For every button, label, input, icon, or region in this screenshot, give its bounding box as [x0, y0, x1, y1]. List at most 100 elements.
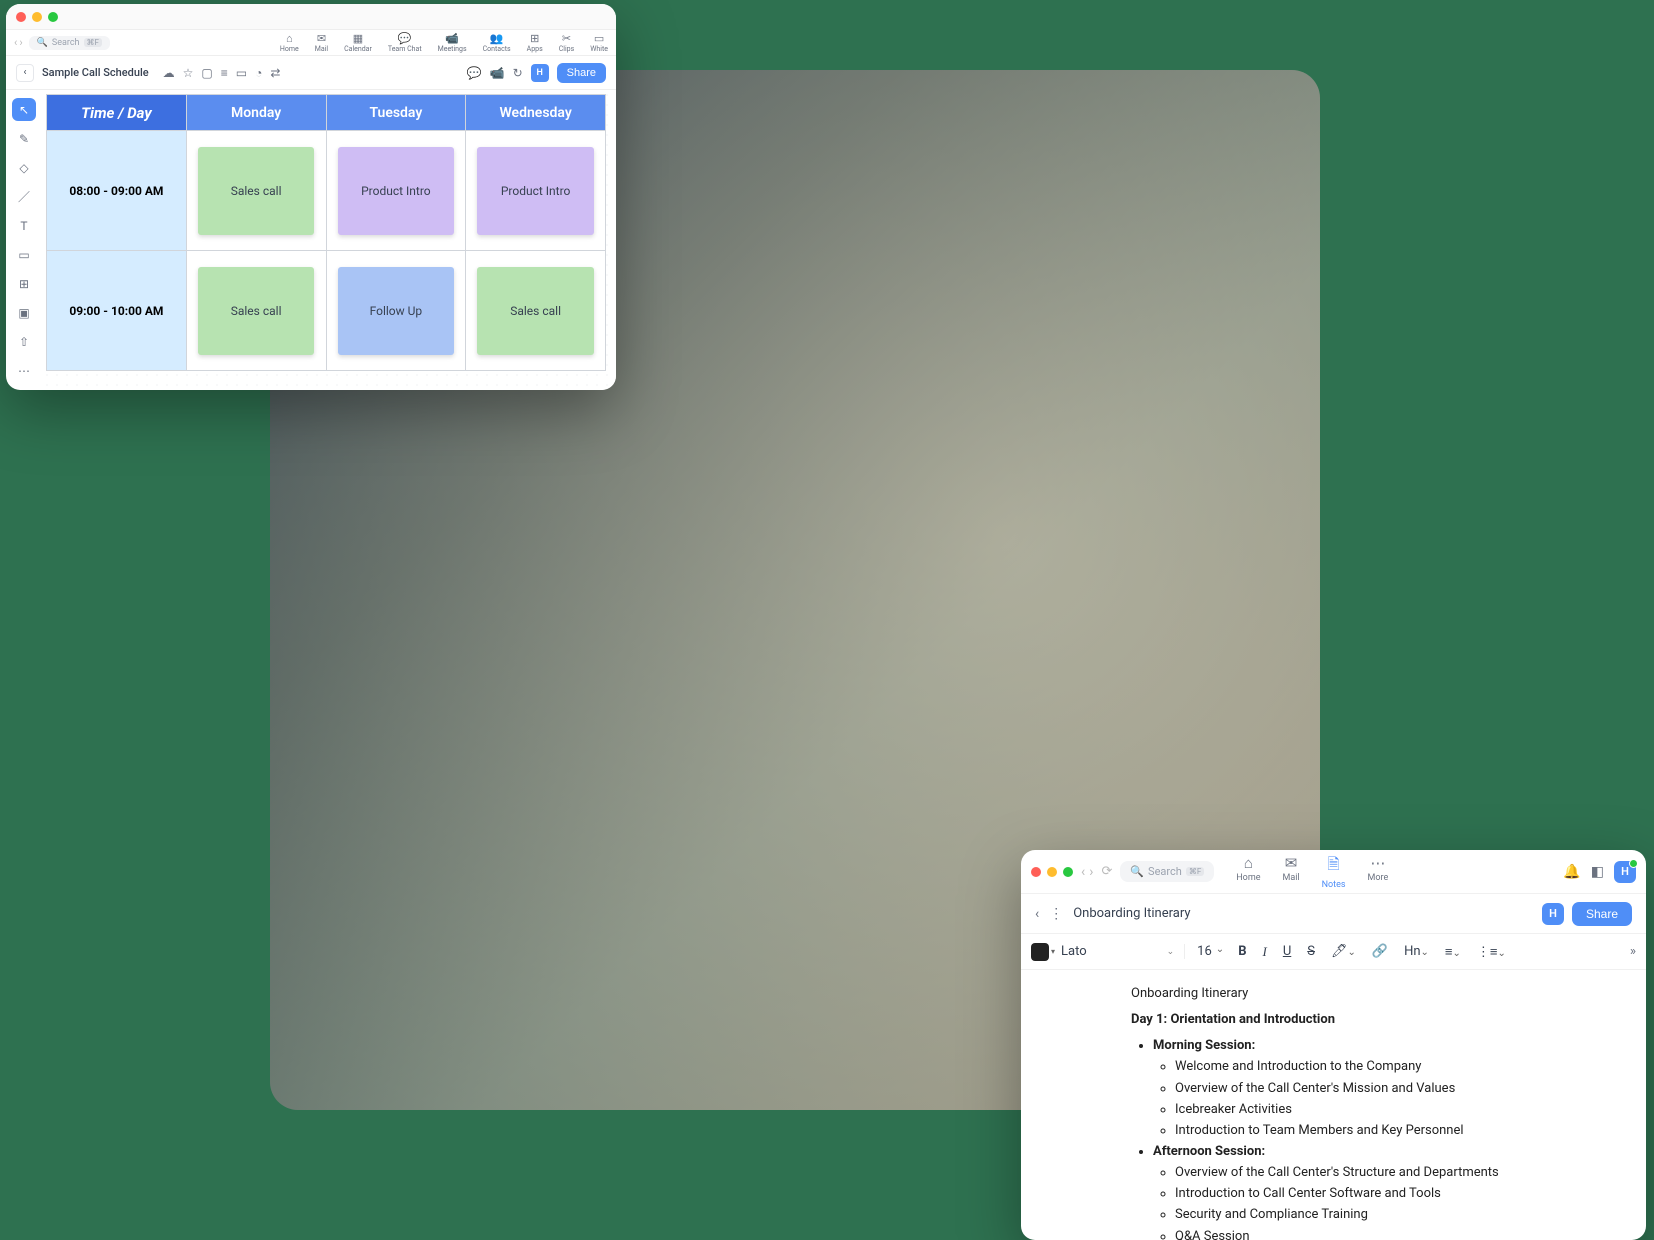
schedule-card[interactable]: Sales call — [477, 267, 594, 355]
user-avatar[interactable]: H — [531, 64, 549, 82]
notes-subbar: ‹ ⋮ Onboarding Itinerary H Share — [1021, 894, 1646, 934]
nav-back-icon[interactable]: ‹ — [1081, 864, 1085, 880]
schedule-cell: Product Intro — [326, 131, 466, 251]
schedule-card[interactable]: Product Intro — [477, 147, 594, 235]
app-label: Calendar — [344, 45, 372, 53]
bell-icon[interactable]: 🔔 — [1563, 864, 1580, 880]
search-input[interactable]: 🔍 Search ⌘F — [1120, 861, 1214, 882]
app-icon: ⋯ — [1370, 854, 1385, 872]
link-button[interactable]: 🔗 — [1370, 944, 1390, 959]
panel-icon[interactable]: ◧ — [1591, 864, 1604, 880]
cloud-icon[interactable]: ☁ — [163, 66, 175, 80]
app-tab-clips[interactable]: ✂Clips — [559, 33, 575, 53]
list-button[interactable]: ⋮≡⌄ — [1475, 944, 1508, 960]
app-tab-home[interactable]: ⌂Home — [1236, 854, 1260, 890]
note-heading: Onboarding Itinerary — [1131, 984, 1622, 1004]
list-item: Introduction to Call Center Software and… — [1175, 1184, 1622, 1204]
shape-tool-icon[interactable]: ◇ — [12, 156, 36, 179]
template-tool-icon[interactable]: ⊞ — [12, 272, 36, 295]
search-placeholder: Search — [52, 38, 80, 48]
nav-forward-icon[interactable]: › — [1089, 864, 1093, 880]
font-size-value: 16 — [1197, 944, 1212, 959]
text-tool-icon[interactable]: T — [12, 214, 36, 237]
more-tool-icon[interactable]: ⋯ — [12, 359, 36, 382]
app-label: Mail — [315, 45, 328, 53]
document-title: Sample Call Schedule — [42, 66, 149, 79]
italic-button[interactable]: I — [1260, 944, 1268, 960]
whiteboard-canvas[interactable]: Time / DayMondayTuesdayWednesday 08:00 -… — [42, 90, 616, 390]
heading-button[interactable]: Hn⌄ — [1402, 944, 1431, 959]
more-icon[interactable]: ⋮ — [1049, 906, 1063, 922]
schedule-card[interactable]: Sales call — [198, 147, 315, 235]
pen-tool-icon[interactable]: ✎ — [12, 127, 36, 150]
app-label: Contacts — [483, 45, 511, 53]
overflow-button[interactable]: » — [1630, 944, 1636, 959]
maximize-window-button[interactable] — [48, 12, 58, 22]
underline-button[interactable]: U — [1281, 944, 1293, 959]
app-tab-notes[interactable]: 🗎Notes — [1322, 854, 1346, 890]
user-avatar-small[interactable]: H — [1542, 903, 1564, 925]
schedule-cell: Follow Up — [326, 251, 466, 371]
app-icon: ✉ — [317, 33, 326, 44]
list-item: Overview of the Call Center's Mission an… — [1175, 1079, 1622, 1099]
back-button[interactable]: ‹ — [1035, 906, 1039, 922]
font-size-selector[interactable]: 16 ⌄ — [1197, 944, 1224, 959]
align-button[interactable]: ≡⌄ — [1443, 944, 1463, 960]
schedule-card[interactable]: Follow Up — [338, 267, 455, 355]
app-tab-white[interactable]: ▭White — [590, 33, 608, 53]
schedule-card[interactable]: Product Intro — [338, 147, 455, 235]
minimize-window-button[interactable] — [32, 12, 42, 22]
present-icon[interactable]: ▭ — [236, 66, 247, 80]
video-icon[interactable]: 📹 — [490, 66, 505, 80]
app-tab-calendar[interactable]: ▦Calendar — [344, 33, 372, 53]
app-icon: ✂ — [562, 33, 571, 44]
app-tab-contacts[interactable]: 👥Contacts — [483, 33, 511, 53]
list-icon[interactable]: ≡ — [221, 66, 228, 80]
user-avatar[interactable]: H — [1614, 861, 1636, 883]
comment-icon[interactable]: 💬 — [467, 66, 482, 80]
highlight-button[interactable]: 🖊⌄ — [1329, 944, 1358, 959]
close-window-button[interactable] — [1031, 867, 1041, 877]
refresh-icon[interactable]: ⟳ — [1101, 864, 1112, 879]
nav-forward-icon[interactable]: › — [19, 36, 22, 49]
share-button[interactable]: Share — [557, 63, 606, 83]
schedule-card[interactable]: Sales call — [198, 267, 315, 355]
line-tool-icon[interactable]: ／ — [12, 185, 36, 208]
shuffle-icon[interactable]: ⇄ — [270, 66, 280, 80]
upload-tool-icon[interactable]: ⇧ — [12, 330, 36, 353]
strikethrough-button[interactable]: S — [1305, 944, 1317, 959]
app-tab-apps[interactable]: ⊞Apps — [527, 33, 543, 53]
app-tab-more[interactable]: ⋯More — [1368, 854, 1389, 890]
nav-back-icon[interactable]: ‹ — [14, 36, 17, 49]
app-label: More — [1368, 873, 1389, 883]
search-placeholder: Search — [1148, 865, 1182, 878]
app-icon: 🗎 — [1328, 854, 1340, 879]
close-window-button[interactable] — [16, 12, 26, 22]
history-icon[interactable]: ↻ — [513, 66, 523, 80]
font-selector[interactable]: Lato ⌄ — [1061, 944, 1185, 959]
bold-button[interactable]: B — [1236, 944, 1248, 959]
nav-arrows: ‹ › — [1081, 864, 1093, 880]
text-color-picker[interactable] — [1031, 943, 1049, 961]
app-tab-mail[interactable]: ✉Mail — [1282, 854, 1299, 890]
app-tab-mail[interactable]: ✉Mail — [315, 33, 328, 53]
session-label: Morning Session: — [1153, 1038, 1255, 1053]
note-body[interactable]: Onboarding Itinerary Day 1: Orientation … — [1021, 970, 1646, 1240]
app-tab-team-chat[interactable]: 💬Team Chat — [388, 33, 422, 53]
note-tool-icon[interactable]: ▭ — [12, 243, 36, 266]
search-input[interactable]: 🔍 Search ⌘F — [29, 36, 110, 50]
app-tab-meetings[interactable]: 📹Meetings — [438, 33, 467, 53]
minimize-window-button[interactable] — [1047, 867, 1057, 877]
timer-icon[interactable]: ◔ — [255, 66, 262, 80]
app-tab-home[interactable]: ⌂Home — [280, 33, 299, 53]
star-icon[interactable]: ☆ — [183, 66, 194, 80]
maximize-window-button[interactable] — [1063, 867, 1073, 877]
list-item: Q&A Session — [1175, 1227, 1622, 1240]
share-button[interactable]: Share — [1572, 902, 1632, 926]
tool-palette: ↖ ✎ ◇ ／ T ▭ ⊞ ▣ ⇧ ⋯ — [6, 90, 42, 390]
select-tool-icon[interactable]: ↖ — [12, 98, 36, 121]
back-button[interactable]: ‹ — [16, 64, 34, 82]
frame-icon[interactable]: ▢ — [201, 66, 212, 80]
search-icon: 🔍 — [37, 38, 48, 48]
frame2-tool-icon[interactable]: ▣ — [12, 301, 36, 324]
